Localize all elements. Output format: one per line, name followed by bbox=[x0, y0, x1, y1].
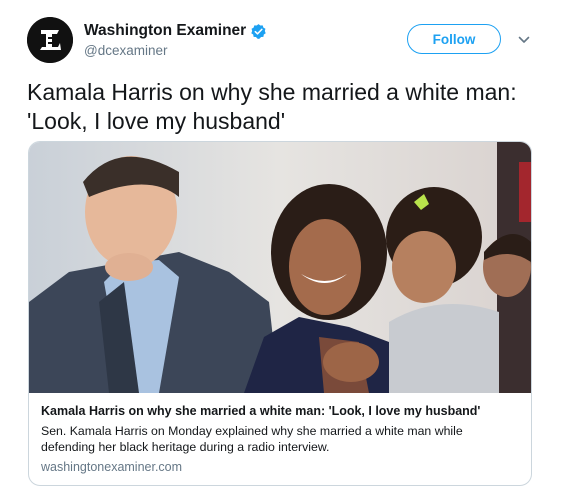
washington-examiner-logo-icon bbox=[27, 17, 73, 63]
chevron-down-icon[interactable] bbox=[518, 35, 530, 45]
card-description: Sen. Kamala Harris on Monday explained w… bbox=[41, 424, 463, 454]
news-photo-icon bbox=[29, 142, 531, 393]
card-domain[interactable]: washingtonexaminer.com bbox=[41, 460, 182, 474]
account-name-row: Washington Examiner bbox=[84, 22, 267, 40]
link-preview-card[interactable]: Kamala Harris on why she married a white… bbox=[28, 141, 532, 486]
card-title[interactable]: Kamala Harris on why she married a white… bbox=[41, 404, 521, 418]
tweet-header: Washington Examiner @dcexaminer Follow bbox=[0, 0, 561, 72]
follow-button[interactable]: Follow bbox=[407, 24, 501, 54]
tweet-text: Kamala Harris on why she married a white… bbox=[27, 79, 517, 134]
account-avatar[interactable] bbox=[27, 17, 73, 63]
account-handle[interactable]: @dcexaminer bbox=[84, 43, 168, 58]
card-image[interactable] bbox=[29, 142, 531, 393]
verified-badge-icon bbox=[251, 23, 266, 39]
account-display-name[interactable]: Washington Examiner bbox=[84, 22, 246, 40]
